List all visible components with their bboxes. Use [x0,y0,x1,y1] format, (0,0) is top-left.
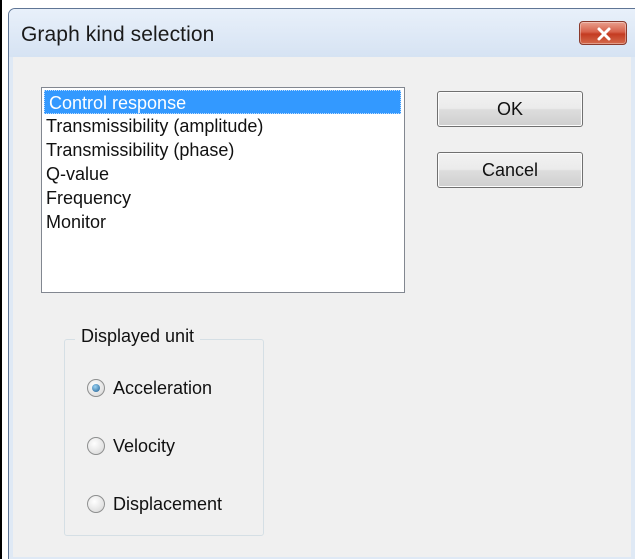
screen-edge [0,0,2,559]
list-item-transmissibility-phase[interactable]: Transmissibility (phase) [42,138,404,162]
graph-kind-listbox[interactable]: Control response Transmissibility (ampli… [41,87,405,293]
radio-unchecked-icon[interactable] [87,495,105,513]
dialog-title: Graph kind selection [21,23,215,46]
list-item-q-value[interactable]: Q-value [42,162,404,186]
ok-button[interactable]: OK [437,91,583,127]
close-icon [597,27,611,41]
displayed-unit-group: Displayed unit Acceleration Velocity Dis… [64,326,264,536]
radio-label-velocity: Velocity [113,436,176,456]
cancel-button[interactable]: Cancel [437,152,583,188]
radio-acceleration[interactable]: Acceleration [87,376,257,400]
dialog-window: Graph kind selection Control response Tr… [8,8,635,559]
radio-checked-icon[interactable] [87,379,105,397]
radio-label-displacement: Displacement [113,494,223,514]
radio-displacement[interactable]: Displacement [87,492,257,516]
title-bar[interactable]: Graph kind selection [9,9,635,57]
radio-label-acceleration: Acceleration [113,378,213,398]
group-legend: Displayed unit [75,326,201,347]
dialog-content: Control response Transmissibility (ampli… [13,57,631,557]
list-item-control-response[interactable]: Control response [44,90,401,114]
list-item-transmissibility-amplitude[interactable]: Transmissibility (amplitude) [42,114,404,138]
radio-velocity[interactable]: Velocity [87,434,257,458]
close-button[interactable] [579,21,627,45]
list-item-monitor[interactable]: Monitor [42,210,404,234]
list-item-frequency[interactable]: Frequency [42,186,404,210]
radio-unchecked-icon[interactable] [87,437,105,455]
